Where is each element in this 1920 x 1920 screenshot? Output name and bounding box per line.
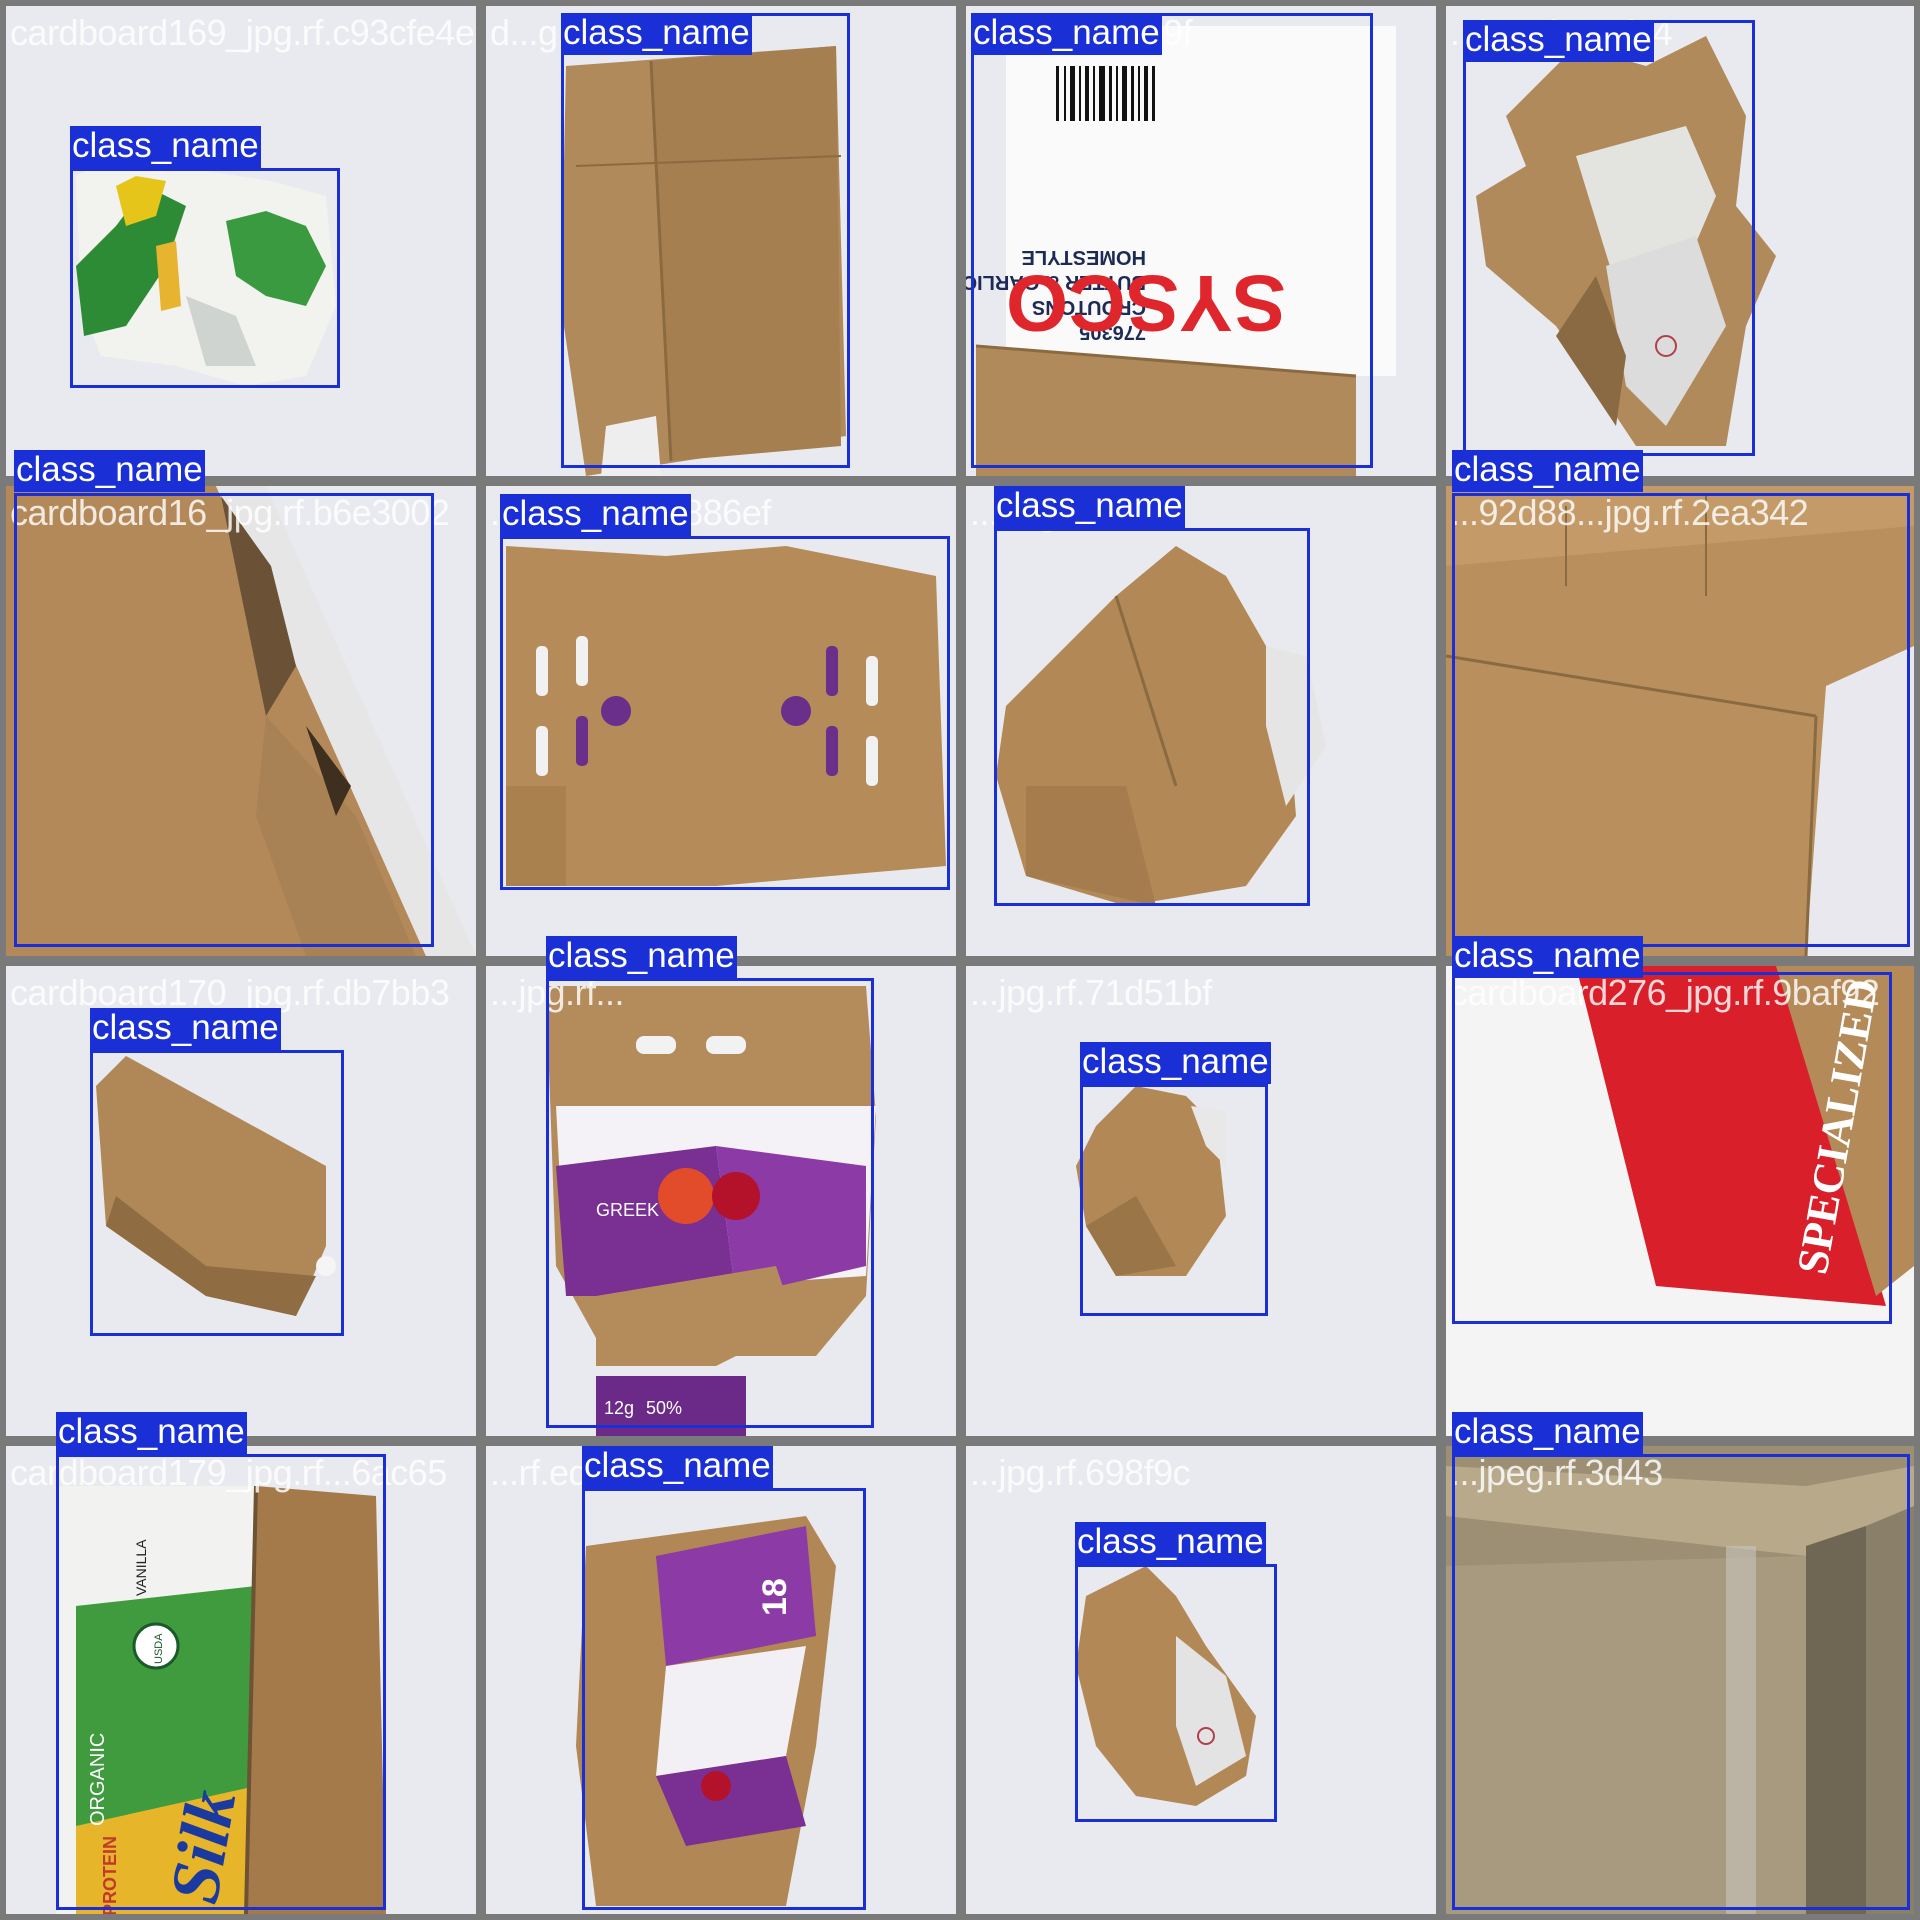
box-label: class_name: [1075, 1522, 1266, 1564]
box-label: class_name: [994, 486, 1185, 528]
box-label: class_name: [1452, 1412, 1643, 1454]
bounding-box: [1075, 1564, 1277, 1822]
box-label: class_name: [546, 936, 737, 978]
box-label: class_name: [1452, 936, 1643, 978]
box-label: class_name: [1080, 1042, 1271, 1084]
box-label: class_name: [90, 1008, 281, 1050]
box-label: class_name: [70, 126, 261, 168]
box-label: class_name: [1463, 20, 1654, 62]
bounding-box: [70, 168, 340, 388]
bounding-box: [546, 978, 874, 1428]
bounding-box: [90, 1050, 344, 1336]
bounding-box: [994, 528, 1310, 906]
bounding-box: [582, 1488, 866, 1910]
box-label: class_name: [971, 13, 1162, 55]
box-label: class_name: [14, 450, 205, 492]
bounding-box: [561, 13, 850, 468]
bounding-box: [1080, 1084, 1268, 1316]
bounding-box: [500, 536, 950, 890]
box-label: class_name: [500, 494, 691, 536]
bounding-box: [1452, 972, 1892, 1324]
bounding-box: [56, 1454, 386, 1910]
bounding-box: [1463, 20, 1755, 456]
bounding-box: [1452, 493, 1910, 947]
box-label: class_name: [1452, 450, 1643, 492]
bounding-box: [971, 13, 1373, 468]
mosaic-grid: cardboard169_jpg.rf.c93cfe4eac7 d...g.rf…: [0, 0, 1920, 1920]
box-label: class_name: [582, 1446, 773, 1488]
box-label: class_name: [561, 13, 752, 55]
box-label: class_name: [56, 1412, 247, 1454]
bounding-box: [14, 493, 434, 947]
bounding-box: [1452, 1454, 1910, 1910]
